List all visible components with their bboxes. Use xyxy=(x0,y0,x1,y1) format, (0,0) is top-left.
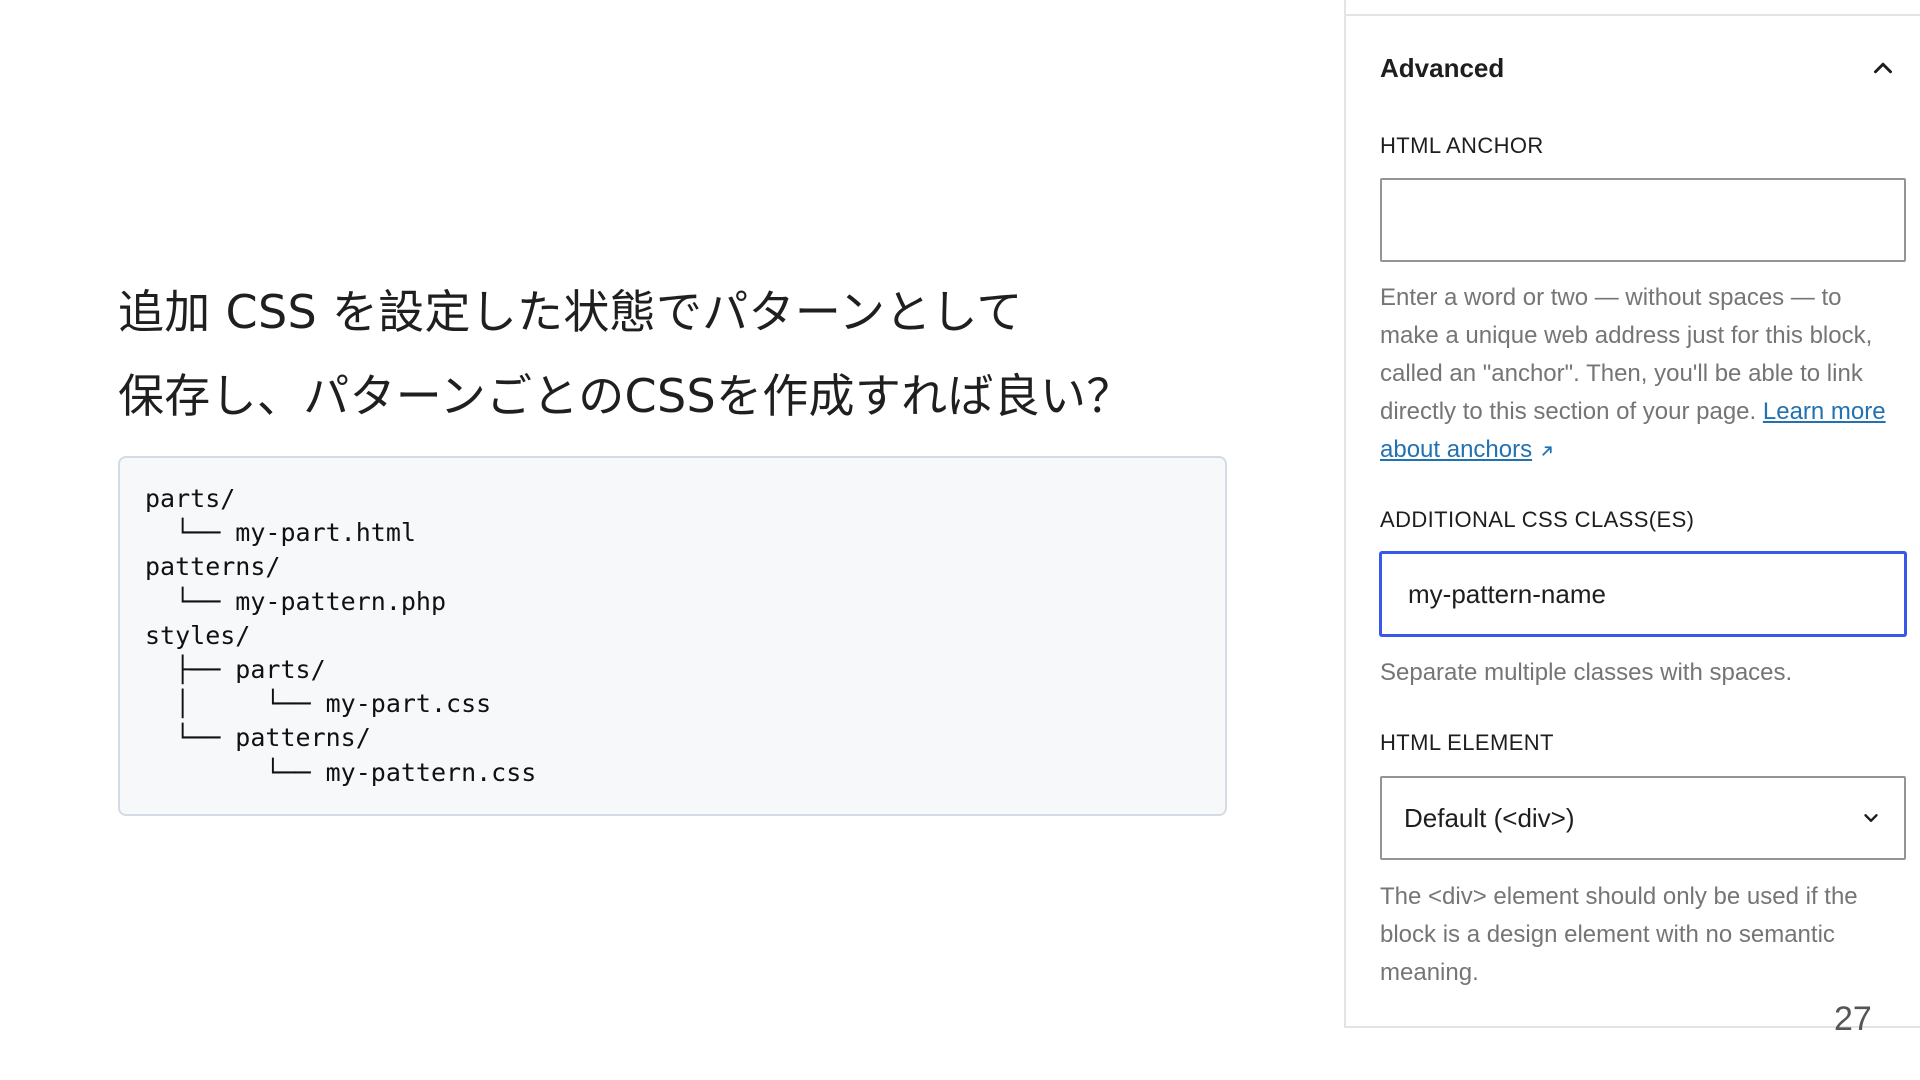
html-element-select[interactable]: Default (<div>) xyxy=(1380,776,1906,860)
advanced-panel-toggle[interactable]: Advanced xyxy=(1380,46,1898,90)
css-classes-help: Separate multiple classes with spaces. xyxy=(1380,659,1793,686)
block-settings-sidebar: Advanced HTML ANCHOR Enter a word or two… xyxy=(1344,0,1920,1028)
page-number: 27 xyxy=(1834,1000,1872,1038)
chevron-down-icon xyxy=(1864,814,1878,822)
html-anchor-input[interactable] xyxy=(1380,178,1906,262)
heading-line-1: 追加 CSS を設定した状態でパターンとして xyxy=(118,285,1023,339)
code-tree: parts/ └── my-part.html patterns/ └── my… xyxy=(145,484,537,787)
html-element-label: HTML ELEMENT xyxy=(1380,730,1554,755)
html-anchor-help: Enter a word or two — without spaces — t… xyxy=(1380,279,1906,469)
panel-title: Advanced xyxy=(1380,52,1505,83)
html-element-selected: Default (<div>) xyxy=(1404,802,1575,833)
html-element-help: The <div> element should only be used if… xyxy=(1380,883,1858,986)
sidebar-divider xyxy=(1346,14,1920,16)
heading-line-2: 保存し、パターンごとのCSSを作成すれば良い？ xyxy=(118,369,1133,423)
slide-heading: 追加 CSS を設定した状態でパターンとして 保存し、パターンごとのCSSを作成… xyxy=(118,270,1198,438)
slide: 追加 CSS を設定した状態でパターンとして 保存し、パターンごとのCSSを作成… xyxy=(0,0,1920,1080)
chevron-up-icon xyxy=(1874,62,1892,74)
external-link-icon xyxy=(1542,446,1552,456)
code-block: parts/ └── my-part.html patterns/ └── my… xyxy=(118,456,1227,816)
css-classes-input[interactable] xyxy=(1380,552,1906,636)
html-anchor-label: HTML ANCHOR xyxy=(1380,133,1544,158)
css-classes-label: ADDITIONAL CSS CLASS(ES) xyxy=(1380,507,1695,532)
